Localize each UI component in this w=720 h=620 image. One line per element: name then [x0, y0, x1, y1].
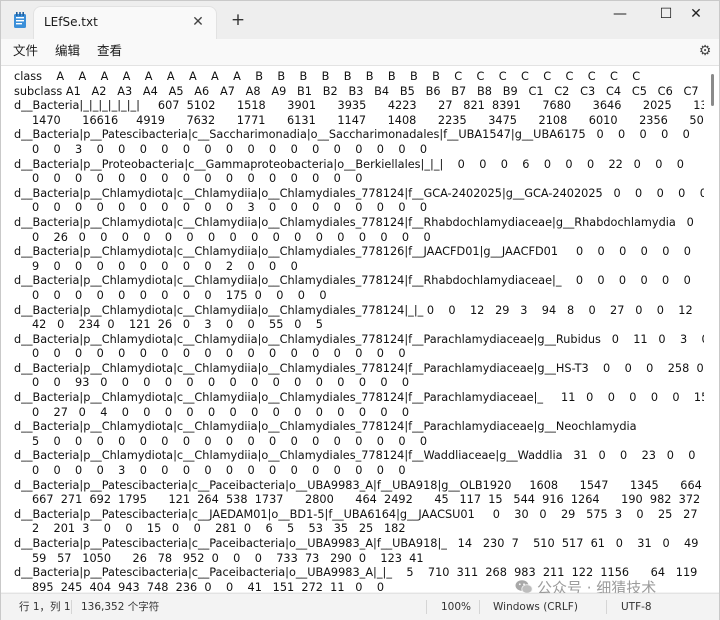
- menu-file[interactable]: 文件: [13, 40, 38, 62]
- close-icon[interactable]: ✕: [188, 12, 208, 32]
- text-line[interactable]: 0 0 0 0 0 0 0 0 0 175 0 0 0 0: [14, 289, 704, 304]
- tab-lefse-txt[interactable]: LEfSe.txt ✕: [34, 7, 216, 39]
- text-line[interactable]: 9 0 0 0 0 0 0 0 0 2 0 0 0: [14, 260, 704, 275]
- text-line[interactable]: d__Bacteria|p__Patescibacteria|c__JAEDAM…: [14, 508, 704, 523]
- text-line[interactable]: 0 0 0 0 0 0 0 0 0 0 3 0 0 0 0 0 0 0 0: [14, 201, 704, 216]
- close-window-button[interactable]: ✕: [673, 1, 719, 31]
- zoom-level[interactable]: 100%: [441, 594, 471, 620]
- text-line[interactable]: d__Bacteria|p__Patescibacteria|c__Paceib…: [14, 537, 704, 552]
- text-line[interactable]: 0 0 0 0 0 0 0 0 0 0 0 0 0 0 0 0: [14, 172, 704, 187]
- text-line[interactable]: 59 57 1050 26 78 952 0 0 0 733 73 290 0 …: [14, 552, 704, 567]
- text-line[interactable]: d__Bacteria|p__Patescibacteria|c__Saccha…: [14, 128, 704, 143]
- line-ending[interactable]: Windows (CRLF): [493, 594, 578, 620]
- text-line[interactable]: 0 26 0 0 0 0 0 0 0 0 0 0 0 0 0 0 0 0 0: [14, 231, 704, 246]
- text-editor[interactable]: class A A A A A A A A A B B B B B B B B …: [1, 66, 719, 592]
- text-line[interactable]: class A A A A A A A A A B B B B B B B B …: [14, 70, 704, 85]
- menu-edit[interactable]: 编辑: [55, 40, 80, 62]
- encoding[interactable]: UTF-8: [621, 594, 652, 620]
- text-line[interactable]: d__Bacteria|p__Chlamydiota|c__Chlamydiia…: [14, 449, 704, 464]
- menu-bar: 文件 编辑 查看 ⚙: [1, 39, 719, 66]
- status-bar: 行 1，列 1 136,352 个字符 100% Windows (CRLF) …: [1, 593, 719, 620]
- text-line[interactable]: 0 0 0 0 0 0 0 0 0 0 0 0 0 0 0 0 0 0: [14, 347, 704, 362]
- text-line[interactable]: 0 27 0 4 0 0 0 0 0 0 0 0 0 0 0 0 0 0: [14, 406, 704, 421]
- menu-view[interactable]: 查看: [97, 40, 122, 62]
- title-bar: LEfSe.txt ✕ + — ☐ ✕: [1, 1, 719, 39]
- notepad-icon: [14, 12, 26, 28]
- char-count: 136,352 个字符: [81, 601, 160, 613]
- text-line[interactable]: d__Bacteria|p__Chlamydiota|c__Chlamydiia…: [14, 216, 704, 231]
- text-line[interactable]: 0 0 93 0 0 0 0 0 0 0 0 0 0 0 0 0 0 0: [14, 376, 704, 391]
- tab-title: LEfSe.txt: [44, 15, 98, 29]
- text-line[interactable]: d__Bacteria|p__Chlamydiota|c__Chlamydiia…: [14, 333, 704, 348]
- status-divider: [71, 600, 72, 614]
- scrollbar-thumb[interactable]: [711, 74, 714, 106]
- text-line[interactable]: d__Bacteria|p__Chlamydiota|c__Chlamydiia…: [14, 245, 704, 260]
- text-line[interactable]: d__Bacteria|_|_|_|_|_|_| 607 5102 1518 3…: [14, 99, 704, 114]
- text-line[interactable]: 0 0 3 0 0 0 0 0 0 0 0 0 0 0 0 0 0 0 0: [14, 143, 704, 158]
- new-tab-button[interactable]: +: [227, 10, 249, 32]
- minimize-button[interactable]: —: [597, 1, 643, 31]
- text-line[interactable]: 1470 16616 4919 7632 1771 6131 1147 1408…: [14, 114, 704, 129]
- text-line[interactable]: 2 201 3 0 0 15 0 0 281 0 6 5 53 35 25 18…: [14, 522, 704, 537]
- text-line[interactable]: 42 0 234 0 121 26 0 3 0 0 55 0 5: [14, 318, 704, 333]
- text-line[interactable]: d__Bacteria|p__Chlamydiota|c__Chlamydiia…: [14, 362, 704, 377]
- cursor-position: 行 1，列 1: [19, 601, 71, 613]
- text-line[interactable]: d__Bacteria|p__Proteobacteria|c__Gammapr…: [14, 158, 704, 173]
- text-line[interactable]: subclass A1 A2 A3 A4 A5 A6 A7 A8 A9 B1 B…: [14, 85, 704, 100]
- status-divider: [479, 600, 480, 614]
- vertical-scrollbar[interactable]: [707, 66, 719, 592]
- text-line[interactable]: d__Bacteria|p__Chlamydiota|c__Chlamydiia…: [14, 304, 704, 319]
- notepad-window: LEfSe.txt ✕ + — ☐ ✕ 文件 编辑 查看 ⚙ class A A…: [0, 0, 720, 620]
- text-line[interactable]: d__Bacteria|p__Chlamydiota|c__Chlamydiia…: [14, 420, 704, 435]
- text-line[interactable]: 5 0 0 0 0 0 0 0 0 0 0 0 0 0 0 0 0 0 0: [14, 435, 704, 450]
- text-line[interactable]: 0 0 0 0 3 0 0 0 0 0 0 0 0 0 0 0 0 0: [14, 464, 704, 479]
- text-line[interactable]: 667 271 692 1795 121 264 538 1737 2800 4…: [14, 493, 704, 508]
- text-line[interactable]: d__Bacteria|p__Chlamydiota|c__Chlamydiia…: [14, 391, 704, 406]
- text-line[interactable]: d__Bacteria|p__Chlamydiota|c__Chlamydiia…: [14, 274, 704, 289]
- text-line[interactable]: d__Bacteria|p__Patescibacteria|c__Paceib…: [14, 479, 704, 494]
- text-line[interactable]: d__Bacteria|p__Chlamydiota|c__Chlamydiia…: [14, 187, 704, 202]
- document-text[interactable]: class A A A A A A A A A B B B B B B B B …: [14, 70, 704, 592]
- status-divider: [606, 600, 607, 614]
- status-divider: [426, 600, 427, 614]
- gear-icon[interactable]: ⚙: [695, 40, 715, 62]
